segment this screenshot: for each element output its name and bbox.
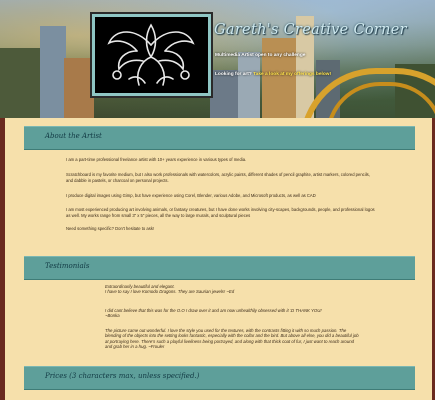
- offer-text: Looking for art? Take a look at my offer…: [215, 72, 331, 77]
- header-banner: Gareth's Creative Corner Multimedia Arti…: [0, 0, 435, 118]
- testimonial-item: Extraordinarily beautiful and elegant. I…: [105, 284, 360, 295]
- testimonial-text: I have to say I love Komodo Dragons. The…: [105, 289, 235, 295]
- offerings-link[interactable]: Take a look at my offerings below!: [253, 72, 331, 77]
- testimonial-item: The picture came out wonderful. I love t…: [105, 328, 360, 349]
- about-paragraph: Need something specific? Don't hesitate …: [66, 226, 155, 231]
- about-heading: About the Artist: [45, 132, 102, 140]
- testimonials-heading: Testimonials: [45, 262, 90, 270]
- about-paragraph: I produce digital images using Gimp, but…: [66, 193, 316, 198]
- building-shape: [262, 38, 296, 118]
- about-paragraph: I am most experienced producing art invo…: [66, 207, 375, 218]
- offer-prefix: Looking for art?: [215, 72, 254, 77]
- about-paragraph: I am a part-time professional freelance …: [66, 157, 247, 162]
- testimonial-item: I did cant believe that this was for the…: [105, 308, 360, 319]
- testimonials-section-header: Testimonials: [24, 256, 415, 280]
- about-section-header: About the Artist: [24, 126, 415, 150]
- site-title: Gareth's Creative Corner: [214, 22, 407, 38]
- about-paragraph: Scratchboard is my favorite medium, but …: [66, 172, 370, 183]
- testimonial-text: I did cant believe that this was for the…: [105, 308, 322, 313]
- testimonial-text: ~Bonka: [105, 313, 120, 319]
- building-shape: [238, 52, 260, 118]
- ornate-symbol-icon: [107, 23, 195, 86]
- building-shape: [210, 70, 238, 118]
- prices-section-header: Prices (3 characters max, unless specifi…: [24, 366, 415, 390]
- main-content: About the Artist I am a part-time profes…: [5, 118, 432, 400]
- prices-heading: Prices (3 characters max, unless specifi…: [45, 372, 200, 380]
- building-shape: [40, 26, 66, 118]
- site-logo[interactable]: [92, 14, 211, 96]
- testimonial-text: The picture came out wonderful. I love t…: [105, 328, 359, 349]
- building-shape: [64, 58, 94, 118]
- site-tagline: Multimedia Artist open to any challenge: [215, 53, 306, 58]
